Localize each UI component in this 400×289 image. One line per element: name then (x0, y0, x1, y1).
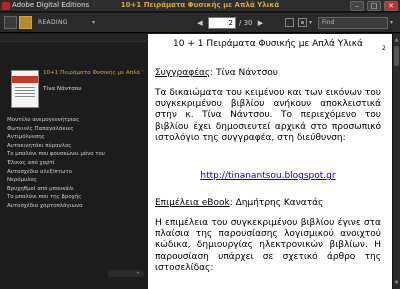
toc-item[interactable]: Το μπαλόνι που της βροχής (7, 193, 105, 202)
copyright-paragraph: Τα δικαιώματα του κειμένου και των εικόν… (155, 88, 381, 143)
page-scrollbar[interactable]: ▲ ▼ (392, 34, 400, 289)
zoom-dropdown-icon[interactable]: ▾ (309, 19, 312, 26)
sidebar-header (0, 34, 148, 42)
toc-item[interactable]: Βρυχηθμοί από μπουκάλι (7, 185, 105, 194)
scroll-up-icon[interactable]: ▲ (393, 37, 400, 43)
toc-item[interactable]: Αυτοκινητάκι πύραυλος (7, 142, 105, 151)
page-number: 2 (382, 45, 386, 52)
find-input[interactable]: Find (318, 17, 388, 29)
author-name: Τίνα Νάντσου (216, 68, 279, 78)
author-line: Συγγραφέας: Τίνα Νάντσου (155, 68, 381, 78)
sidebar-scroll-arrow-icon[interactable]: ▸ (137, 270, 140, 276)
previous-page-button[interactable]: ◀ (195, 18, 205, 29)
toc-item[interactable]: Το μπαλόνι που φουσκώνει μόνο του (7, 150, 105, 159)
toc-item[interactable]: Νερόμυλος (7, 176, 105, 185)
editor-line: Επιμέλεια eBook: Δημήτρης Κανατάς (155, 198, 381, 208)
window-title-bar: Adobe Digital Editions 10+1 Πειράματα Φυ… (0, 0, 400, 12)
toc-item[interactable]: Αντιμόλυνσης (7, 133, 105, 142)
author-label: Συγγραφέας (155, 68, 211, 78)
fit-width-icon[interactable] (285, 18, 294, 27)
app-logo-icon (2, 2, 10, 10)
toc-item[interactable]: Μοντέλο ανεμογεννήτριας (7, 116, 105, 125)
next-page-button[interactable]: ▶ (256, 18, 266, 29)
fit-page-icon[interactable] (298, 18, 307, 27)
editing-paragraph: Η επιμέλεια του συγκεκριμένου βιβλίου έγ… (155, 218, 381, 273)
toolbar: READING ▾ ◀ 2 / 30 ▶ ▾ Find ▾ (0, 13, 400, 33)
table-of-contents: Μοντέλο ανεμογεννήτριας Φωτεινές Παπαγαλ… (7, 116, 105, 211)
view-mode-dropdown-icon[interactable]: ▾ (92, 19, 95, 26)
library-view-icon[interactable] (4, 16, 17, 29)
page-total: / 30 (239, 19, 253, 27)
view-mode-label[interactable]: READING (38, 19, 68, 26)
book-author: Τίνα Νάντσου (43, 86, 82, 92)
maximize-button[interactable]: □ (367, 1, 381, 11)
blog-link[interactable]: http://tinanantsou.blogspot.gr (155, 171, 381, 181)
toc-item[interactable]: Αυτοσχέδιο χαρτοπλάγιωνα (7, 202, 105, 211)
sidebar: 10+1 Πειράματα Φυσικής με Απλά Υ... Τίνα… (0, 34, 148, 289)
book-page: 10 + 1 Πειράματα Φυσικής με Απλά Υλικά 2… (148, 34, 392, 289)
reading-view-icon[interactable] (19, 16, 32, 29)
find-dropdown-icon[interactable]: ▾ (390, 19, 393, 26)
page-navigator: ◀ 2 / 30 ▶ (195, 17, 266, 29)
close-button[interactable]: ✕ (384, 1, 398, 11)
scrollbar-thumb[interactable] (394, 46, 399, 66)
book-title[interactable]: 10+1 Πειράματα Φυσικής με Απλά Υ... (43, 70, 143, 76)
editor-label: Επιμέλεια eBook (155, 198, 230, 208)
toc-item[interactable]: Φωτεινές Παπαγαλάκιες (7, 125, 105, 134)
window-controls: – □ ✕ (350, 1, 398, 11)
page-number-input[interactable]: 2 (208, 17, 236, 29)
minimize-button[interactable]: – (350, 1, 364, 11)
page-heading: 10 + 1 Πειράματα Φυσικής με Απλά Υλικά (173, 39, 363, 49)
scroll-down-icon[interactable]: ▼ (393, 280, 400, 286)
document-title: 10+1 Πειράματα Φυσικής με Απλά Υλικά (120, 1, 280, 9)
app-title: Adobe Digital Editions (12, 1, 90, 9)
toc-item[interactable]: Αυτοσχέδιο αλεξίπτωτο (7, 168, 105, 177)
toc-item[interactable]: Έλικας από χαρτί (7, 159, 105, 168)
editor-name: Δημήτρης Κανατάς (235, 198, 324, 208)
book-cover-thumbnail[interactable] (11, 70, 39, 108)
